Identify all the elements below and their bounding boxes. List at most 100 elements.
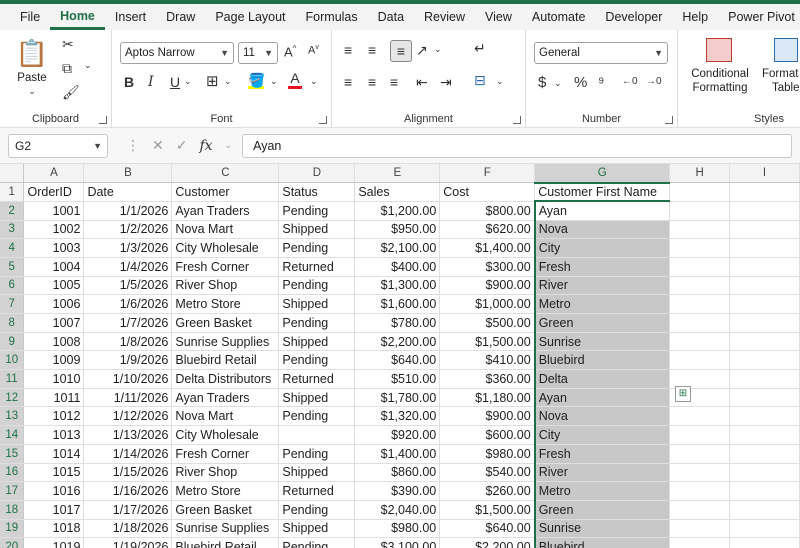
cell-d5[interactable]: Returned	[278, 257, 356, 277]
cancel-icon[interactable]: ✕	[152, 137, 164, 154]
cell-e14[interactable]: $920.00	[354, 425, 441, 445]
cell-b11[interactable]: 1/10/2026	[83, 369, 173, 389]
cell-b9[interactable]: 1/8/2026	[83, 332, 173, 352]
cell-c19[interactable]: Sunrise Supplies	[171, 519, 280, 539]
cell-e2[interactable]: $1,200.00	[354, 201, 441, 221]
cell-i6[interactable]	[729, 276, 800, 296]
cell-b17[interactable]: 1/16/2026	[83, 481, 173, 501]
cell-e17[interactable]: $390.00	[354, 481, 441, 501]
cell-g15[interactable]: Fresh	[533, 444, 671, 464]
cell-c18[interactable]: Green Basket	[171, 500, 280, 520]
align-left-icon[interactable]: ≡	[344, 74, 352, 90]
cell-f4[interactable]: $1,400.00	[439, 238, 536, 258]
cell-f10[interactable]: $410.00	[439, 350, 536, 371]
cell-g5[interactable]: Fresh	[533, 257, 671, 277]
cell-c17[interactable]: Metro Store	[171, 481, 280, 501]
cell-h10[interactable]	[669, 350, 731, 371]
cell-h13[interactable]	[669, 406, 731, 427]
row-header[interactable]: 12	[0, 388, 25, 408]
comma-style-icon[interactable]: ⁹	[598, 74, 604, 91]
cell-a10[interactable]: 1009	[23, 350, 85, 371]
menu-tab-data[interactable]: Data	[368, 4, 414, 30]
menu-tab-home[interactable]: Home	[50, 4, 105, 30]
cell-b14[interactable]: 1/13/2026	[83, 425, 173, 445]
middle-align-icon[interactable]: ≡	[368, 42, 376, 58]
column-header-e[interactable]: E	[354, 164, 441, 184]
cell-d7[interactable]: Shipped	[278, 294, 356, 314]
cell-g10[interactable]: Bluebird	[533, 350, 671, 371]
underline-button[interactable]: U	[170, 74, 180, 90]
cell-i16[interactable]	[729, 463, 800, 483]
cell-g6[interactable]: River	[533, 276, 671, 296]
cell-e12[interactable]: $1,780.00	[354, 388, 441, 408]
cell-e3[interactable]: $950.00	[354, 220, 441, 240]
font-color-dropdown-icon[interactable]: ⌄	[310, 76, 318, 87]
cell-h14[interactable]	[669, 425, 731, 445]
cell-f14[interactable]: $600.00	[439, 425, 536, 445]
bold-button[interactable]: B	[124, 74, 134, 90]
cell-g17[interactable]: Metro	[533, 481, 671, 501]
cell-b15[interactable]: 1/14/2026	[83, 444, 173, 464]
cell-b20[interactable]: 1/19/2026	[83, 537, 173, 548]
cell-e1[interactable]: Sales	[354, 182, 441, 202]
cell-e8[interactable]: $780.00	[354, 313, 441, 333]
column-header-g[interactable]: G	[534, 164, 671, 184]
decrease-font-icon[interactable]: Av	[308, 44, 319, 57]
column-header-f[interactable]: F	[439, 164, 536, 184]
cell-c5[interactable]: Fresh Corner	[171, 257, 280, 277]
select-all-corner[interactable]	[0, 164, 25, 184]
cell-c6[interactable]: River Shop	[171, 276, 280, 296]
row-header[interactable]: 18	[0, 500, 25, 520]
cell-a4[interactable]: 1003	[23, 238, 85, 258]
increase-decimal-icon[interactable]: ←0	[622, 76, 638, 87]
cell-e6[interactable]: $1,300.00	[354, 276, 441, 296]
cell-g20[interactable]: Bluebird	[533, 537, 671, 548]
cell-d3[interactable]: Shipped	[278, 220, 356, 240]
row-header[interactable]: 16	[0, 463, 25, 483]
cell-b1[interactable]: Date	[83, 182, 173, 202]
cell-h16[interactable]	[669, 463, 731, 483]
cell-h3[interactable]	[669, 220, 731, 240]
cell-c11[interactable]: Delta Distributors	[171, 369, 280, 389]
cell-f1[interactable]: Cost	[439, 182, 536, 202]
cell-a18[interactable]: 1017	[23, 500, 85, 520]
font-name-dropdown[interactable]: Aptos Narrow ▼	[120, 42, 234, 64]
cell-a15[interactable]: 1014	[23, 444, 85, 464]
menu-tab-page-layout[interactable]: Page Layout	[205, 4, 295, 30]
row-header[interactable]: 13	[0, 406, 25, 427]
cell-a3[interactable]: 1002	[23, 220, 85, 240]
cell-h5[interactable]	[669, 257, 731, 277]
cell-a6[interactable]: 1005	[23, 276, 85, 296]
cell-h18[interactable]	[669, 500, 731, 520]
cell-i7[interactable]	[729, 294, 800, 314]
cell-h2[interactable]	[669, 201, 731, 221]
bottom-align-icon[interactable]: ≡	[390, 40, 412, 62]
cell-a8[interactable]: 1007	[23, 313, 85, 333]
cell-a11[interactable]: 1010	[23, 369, 85, 389]
cell-d8[interactable]: Pending	[278, 313, 356, 333]
row-header[interactable]: 19	[0, 519, 25, 539]
number-launcher-icon[interactable]	[665, 116, 673, 124]
row-header[interactable]: 20	[0, 537, 25, 548]
cell-h20[interactable]	[669, 537, 731, 548]
cell-a12[interactable]: 1011	[23, 388, 85, 408]
cell-i14[interactable]	[729, 425, 800, 445]
cell-e20[interactable]: $3,100.00	[354, 537, 441, 548]
fill-color-icon[interactable]: 🪣	[248, 72, 265, 89]
conditional-formatting-icon[interactable]	[706, 38, 732, 62]
cell-d19[interactable]: Shipped	[278, 519, 356, 539]
row-header[interactable]: 2	[0, 201, 25, 221]
formula-input[interactable]: Ayan	[242, 133, 792, 158]
top-align-icon[interactable]: ≡	[344, 42, 352, 58]
menu-tab-help[interactable]: Help	[672, 4, 718, 30]
conditional-formatting-button-line2[interactable]: Formatting	[684, 82, 756, 94]
cell-a13[interactable]: 1012	[23, 406, 85, 427]
cell-a19[interactable]: 1018	[23, 519, 85, 539]
name-box[interactable]: G2 ▼	[8, 133, 108, 158]
cell-c4[interactable]: City Wholesale	[171, 238, 280, 258]
enter-icon[interactable]: ✓	[176, 137, 188, 154]
cell-d13[interactable]: Pending	[278, 406, 356, 427]
cell-f3[interactable]: $620.00	[439, 220, 536, 240]
row-header[interactable]: 4	[0, 238, 25, 258]
cell-c1[interactable]: Customer	[171, 182, 280, 202]
